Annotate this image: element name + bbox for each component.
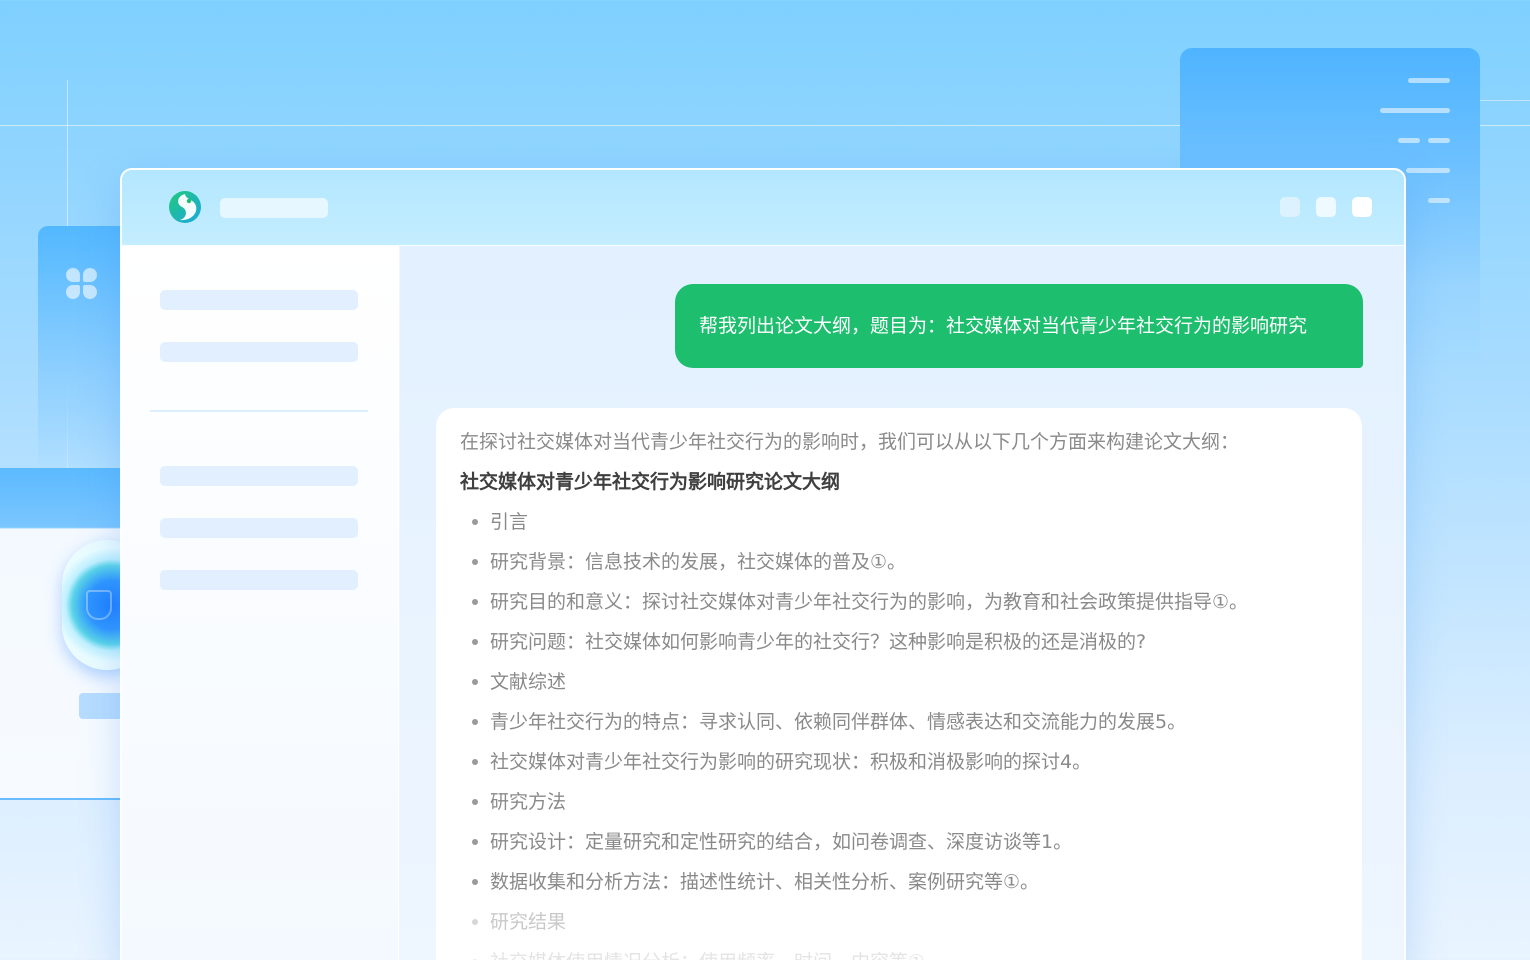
list-item-text: 青少年社交行为的特点：寻求认同、依赖同伴群体、情感表达和交流能力的发展5。 (490, 711, 1187, 733)
list-item-text: 研究结果 (490, 911, 567, 933)
list-item: 研究目的和意义：探讨社交媒体对青少年社交行为的影响，为教育和社会政策提供指导①。 (460, 582, 1338, 622)
clover-icon (66, 268, 98, 300)
bullet-dot (472, 639, 478, 645)
sidebar-item-placeholder[interactable] (160, 290, 358, 310)
decor-bar (1398, 138, 1420, 143)
close-button[interactable] (1352, 197, 1372, 217)
bullet-dot (472, 799, 478, 805)
window-title-placeholder (220, 198, 328, 218)
list-item-text: 社交媒体对青少年社交行为影响的研究现状：积极和消极影响的探讨4。 (490, 751, 1092, 773)
bullet-dot (472, 759, 478, 765)
app-logo-icon (169, 191, 201, 223)
minimize-button[interactable] (1280, 197, 1300, 217)
shield-icon (86, 590, 112, 620)
list-item-text: 研究问题：社交媒体如何影响青少年的社交行？这种影响是积极的还是消极的? (490, 631, 1147, 653)
decor-bar (1406, 168, 1450, 173)
decor-bar (1408, 78, 1450, 83)
maximize-button[interactable] (1316, 197, 1336, 217)
sidebar-item-placeholder[interactable] (160, 342, 358, 362)
list-item: 青少年社交行为的特点：寻求认同、依赖同伴群体、情感表达和交流能力的发展5。 (460, 702, 1338, 742)
bullet-dot (472, 719, 478, 725)
list-item: 社交媒体对青少年社交行为影响的研究现状：积极和消极影响的探讨4。 (460, 742, 1338, 782)
outline-list: 引言 研究背景：信息技术的发展，社交媒体的普及①。 研究目的和意义：探讨社交媒体… (460, 502, 1338, 960)
list-item-text: 社交媒体使用情况分析：使用频率、时间、内容等①。 (490, 951, 944, 960)
list-item-text: 研究方法 (490, 791, 567, 813)
bullet-dot (472, 839, 478, 845)
decor-bar (1380, 108, 1450, 113)
sidebar-divider (150, 410, 368, 412)
sidebar-item-placeholder[interactable] (160, 570, 358, 590)
list-item: 数据收集和分析方法：描述性统计、相关性分析、案例研究等①。 (460, 862, 1338, 902)
bullet-dot (472, 519, 478, 525)
bullet-dot (472, 559, 478, 565)
sidebar (122, 246, 399, 960)
list-item: 研究结果 (460, 902, 1338, 942)
ai-response-content: 在探讨社交媒体对当代青少年社交行为的影响时，我们可以从以下几个方面来构建论文大纲… (460, 422, 1338, 960)
list-item: 研究问题：社交媒体如何影响青少年的社交行？这种影响是积极的还是消极的? (460, 622, 1338, 662)
bullet-dot (472, 599, 478, 605)
bullet-dot (472, 679, 478, 685)
list-item: 研究设计：定量研究和定性研究的结合，如问卷调查、深度访谈等1。 (460, 822, 1338, 862)
decor-bar (1428, 198, 1450, 203)
list-item-text: 研究目的和意义：探讨社交媒体对青少年社交行为的影响，为教育和社会政策提供指导①。 (490, 591, 1249, 613)
list-item: 引言 (460, 502, 1338, 542)
bullet-dot (472, 919, 478, 925)
ai-response-intro: 在探讨社交媒体对当代青少年社交行为的影响时，我们可以从以下几个方面来构建论文大纲… (460, 431, 1240, 453)
list-item-text: 文献综述 (490, 671, 567, 693)
title-bar (122, 170, 1404, 246)
ai-response-card: 在探讨社交媒体对当代青少年社交行为的影响时，我们可以从以下几个方面来构建论文大纲… (436, 408, 1362, 960)
bullet-dot (472, 879, 478, 885)
list-item-text: 引言 (490, 511, 529, 533)
sidebar-item-placeholder[interactable] (160, 466, 358, 486)
chat-area: 帮我列出论文大纲，题目为：社交媒体对当代青少年社交行为的影响研究 在探讨社交媒体… (400, 246, 1404, 960)
user-message-bubble: 帮我列出论文大纲，题目为：社交媒体对当代青少年社交行为的影响研究 (675, 284, 1363, 368)
outline-heading: 社交媒体对青少年社交行为影响研究论文大纲 (460, 471, 841, 493)
list-item: 社交媒体使用情况分析：使用频率、时间、内容等①。 (460, 942, 1338, 960)
decor-bar (1428, 138, 1450, 143)
list-item: 研究背景：信息技术的发展，社交媒体的普及①。 (460, 542, 1338, 582)
app-window: 帮我列出论文大纲，题目为：社交媒体对当代青少年社交行为的影响研究 在探讨社交媒体… (120, 168, 1406, 960)
list-item-text: 研究背景：信息技术的发展，社交媒体的普及①。 (490, 551, 907, 573)
sidebar-item-placeholder[interactable] (160, 518, 358, 538)
list-item: 研究方法 (460, 782, 1338, 822)
list-item-text: 数据收集和分析方法：描述性统计、相关性分析、案例研究等①。 (490, 871, 1040, 893)
list-item-text: 研究设计：定量研究和定性研究的结合，如问卷调查、深度访谈等1。 (490, 831, 1073, 853)
list-item: 文献综述 (460, 662, 1338, 702)
